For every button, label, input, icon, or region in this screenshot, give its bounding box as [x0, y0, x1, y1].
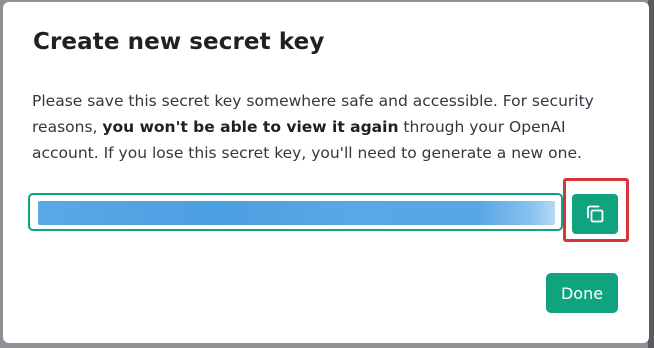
dialog-title: Create new secret key [33, 29, 325, 55]
copy-key-button[interactable] [572, 194, 618, 234]
secret-key-redaction [38, 201, 555, 225]
secret-key-field[interactable] [28, 193, 563, 231]
done-button[interactable]: Done [546, 273, 618, 313]
copy-icon [587, 205, 604, 223]
dialog-description: Please save this secret key somewhere sa… [32, 88, 632, 166]
description-warning: you won't be able to view it again [102, 118, 399, 136]
